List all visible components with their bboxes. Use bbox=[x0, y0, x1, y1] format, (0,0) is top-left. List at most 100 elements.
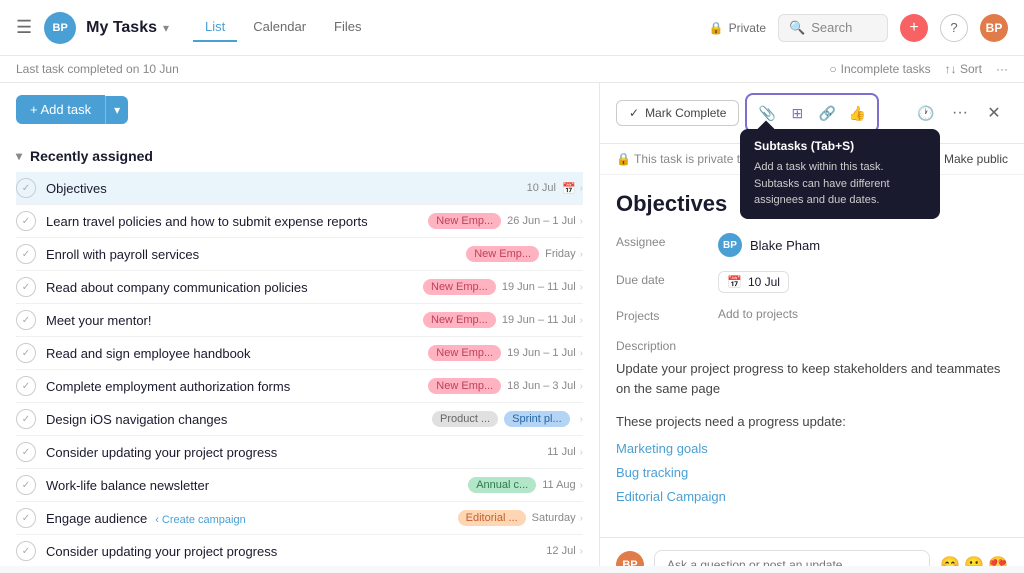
task-check-icon[interactable]: ✓ bbox=[16, 508, 36, 528]
task-toolbar: ✓ Mark Complete 📎 ⊞ 🔗 👍 🕐 ··· ✕ Subtasks… bbox=[600, 83, 1024, 144]
task-row[interactable]: ✓ Complete employment authorization form… bbox=[16, 370, 583, 403]
task-check-icon[interactable]: ✓ bbox=[16, 376, 36, 396]
task-row[interactable]: ✓ Objectives 10 Jul 📅 › bbox=[16, 172, 583, 205]
task-row[interactable]: ✓ Learn travel policies and how to submi… bbox=[16, 205, 583, 238]
task-check-icon[interactable]: ✓ bbox=[16, 310, 36, 330]
task-sub-label: ‹ Create campaign bbox=[155, 514, 246, 526]
project-link-1[interactable]: Marketing goals bbox=[616, 441, 708, 456]
task-check-icon[interactable]: ✓ bbox=[16, 211, 36, 231]
task-meta: Product ...Sprint pl... bbox=[432, 411, 576, 427]
task-name: Engage audience‹ Create campaign bbox=[46, 511, 458, 526]
task-row[interactable]: ✓ Meet your mentor! New Emp... 19 Jun – … bbox=[16, 304, 583, 337]
search-icon: 🔍 bbox=[789, 20, 805, 36]
due-date-display[interactable]: 📅 10 Jul bbox=[718, 271, 789, 293]
projects-value: Add to projects bbox=[718, 307, 798, 321]
search-bar[interactable]: 🔍 Search bbox=[778, 14, 888, 42]
mark-complete-label: Mark Complete bbox=[645, 106, 726, 120]
due-date-value[interactable]: 📅 10 Jul bbox=[718, 271, 789, 293]
title-chevron-icon[interactable]: ▾ bbox=[163, 21, 169, 35]
task-row[interactable]: ✓ Read and sign employee handbook New Em… bbox=[16, 337, 583, 370]
task-arrow-icon: › bbox=[580, 315, 583, 326]
project-link-3[interactable]: Editorial Campaign bbox=[616, 489, 726, 504]
project-link-2[interactable]: Bug tracking bbox=[616, 465, 688, 480]
task-row[interactable]: ✓ Design iOS navigation changes Product … bbox=[16, 403, 583, 436]
tab-calendar[interactable]: Calendar bbox=[241, 13, 318, 42]
task-check-icon[interactable]: ✓ bbox=[16, 343, 36, 363]
task-meta: 10 Jul 📅 bbox=[527, 182, 576, 195]
task-meta: New Emp... 19 Jun – 11 Jul bbox=[423, 279, 576, 295]
like-button[interactable]: 👍 bbox=[843, 99, 871, 127]
incomplete-tasks-filter[interactable]: ○ Incomplete tasks bbox=[829, 62, 930, 76]
comment-input[interactable] bbox=[654, 550, 930, 566]
task-detail: Objectives Assignee BP Blake Pham Due da… bbox=[600, 175, 1024, 537]
add-projects-button[interactable]: Add to projects bbox=[718, 307, 798, 321]
add-task-bar: + Add task ▾ bbox=[16, 95, 583, 124]
link-button[interactable]: 🔗 bbox=[813, 99, 841, 127]
task-name: Consider updating your project progress bbox=[46, 445, 547, 460]
more-options-button[interactable]: ··· bbox=[996, 62, 1008, 76]
task-name: Enroll with payroll services bbox=[46, 247, 466, 262]
filter-icon: ○ bbox=[829, 62, 836, 76]
nav-right: 🔒 Private 🔍 Search + ? BP bbox=[709, 14, 1008, 42]
mark-complete-button[interactable]: ✓ Mark Complete bbox=[616, 100, 739, 126]
section-title: Recently assigned bbox=[30, 148, 153, 164]
task-date: 19 Jun – 11 Jul bbox=[502, 314, 576, 326]
task-name: Read and sign employee handbook bbox=[46, 346, 428, 361]
right-panel: ✓ Mark Complete 📎 ⊞ 🔗 👍 🕐 ··· ✕ Subtasks… bbox=[600, 83, 1024, 566]
emoji-3[interactable]: 😍 bbox=[988, 555, 1008, 566]
more-options-btn[interactable]: ··· bbox=[946, 99, 974, 127]
task-date-icon: 📅 bbox=[562, 182, 576, 195]
add-task-dropdown-button[interactable]: ▾ bbox=[105, 96, 128, 124]
emoji-1[interactable]: 😊 bbox=[940, 555, 960, 566]
task-tag: New Emp... bbox=[423, 279, 496, 295]
task-date: 18 Jun – 3 Jul bbox=[507, 380, 576, 392]
task-check-icon[interactable]: ✓ bbox=[16, 178, 36, 198]
task-check-icon[interactable]: ✓ bbox=[16, 442, 36, 462]
task-row[interactable]: ✓ Consider updating your project progres… bbox=[16, 436, 583, 469]
emoji-2[interactable]: 😀 bbox=[964, 555, 984, 566]
check-icon: ✓ bbox=[629, 106, 639, 120]
assignee-name: Blake Pham bbox=[750, 238, 820, 253]
description-row: Description Update your project progress… bbox=[616, 337, 1008, 507]
task-row[interactable]: ✓ Engage audience‹ Create campaign Edito… bbox=[16, 502, 583, 535]
tab-files[interactable]: Files bbox=[322, 13, 373, 42]
task-row[interactable]: ✓ Consider updating your project progres… bbox=[16, 535, 583, 566]
task-meta: New Emp... 18 Jun – 3 Jul bbox=[428, 378, 575, 394]
task-row[interactable]: ✓ Enroll with payroll services New Emp..… bbox=[16, 238, 583, 271]
task-row[interactable]: ✓ Work-life balance newsletter Annual c.… bbox=[16, 469, 583, 502]
task-tag: Editorial ... bbox=[458, 510, 526, 526]
task-date: Friday bbox=[545, 248, 576, 260]
sort-button[interactable]: ↑↓ Sort bbox=[945, 62, 982, 76]
task-check-icon[interactable]: ✓ bbox=[16, 277, 36, 297]
private-label: Private bbox=[729, 21, 766, 35]
due-date-text: 10 Jul bbox=[748, 275, 780, 289]
task-check-icon[interactable]: ✓ bbox=[16, 244, 36, 264]
task-tag: Sprint pl... bbox=[504, 411, 570, 427]
tab-list[interactable]: List bbox=[193, 13, 237, 42]
task-check-icon[interactable]: ✓ bbox=[16, 475, 36, 495]
task-list: ✓ Objectives 10 Jul 📅 › ✓ Learn travel p… bbox=[16, 172, 583, 566]
make-public-button[interactable]: Make public bbox=[944, 152, 1008, 166]
hamburger-icon[interactable]: ☰ bbox=[16, 17, 32, 38]
task-row[interactable]: ✓ Read about company communication polic… bbox=[16, 271, 583, 304]
task-tag: New Emp... bbox=[428, 213, 501, 229]
recently-assigned-section[interactable]: ▾ Recently assigned bbox=[16, 140, 583, 172]
new-task-plus-button[interactable]: + bbox=[900, 14, 928, 42]
help-button[interactable]: ? bbox=[940, 14, 968, 42]
user-avatar-nav: BP bbox=[44, 12, 76, 44]
subtask-button[interactable]: ⊞ bbox=[783, 99, 811, 127]
calendar-icon: 📅 bbox=[727, 275, 742, 289]
nav-title-area: My Tasks ▾ bbox=[86, 19, 169, 37]
assignee-value[interactable]: BP Blake Pham bbox=[718, 233, 820, 257]
user-avatar-nav-right[interactable]: BP bbox=[980, 14, 1008, 42]
task-date: 19 Jun – 1 Jul bbox=[507, 347, 576, 359]
task-check-icon[interactable]: ✓ bbox=[16, 409, 36, 429]
task-check-icon[interactable]: ✓ bbox=[16, 541, 36, 561]
task-tag: New Emp... bbox=[466, 246, 539, 262]
add-task-button[interactable]: + Add task bbox=[16, 95, 105, 124]
task-arrow-icon: › bbox=[580, 282, 583, 293]
incomplete-tasks-label: Incomplete tasks bbox=[841, 62, 931, 76]
clock-button[interactable]: 🕐 bbox=[912, 99, 940, 127]
close-button[interactable]: ✕ bbox=[980, 99, 1008, 127]
projects-row: Projects Add to projects bbox=[616, 307, 1008, 323]
